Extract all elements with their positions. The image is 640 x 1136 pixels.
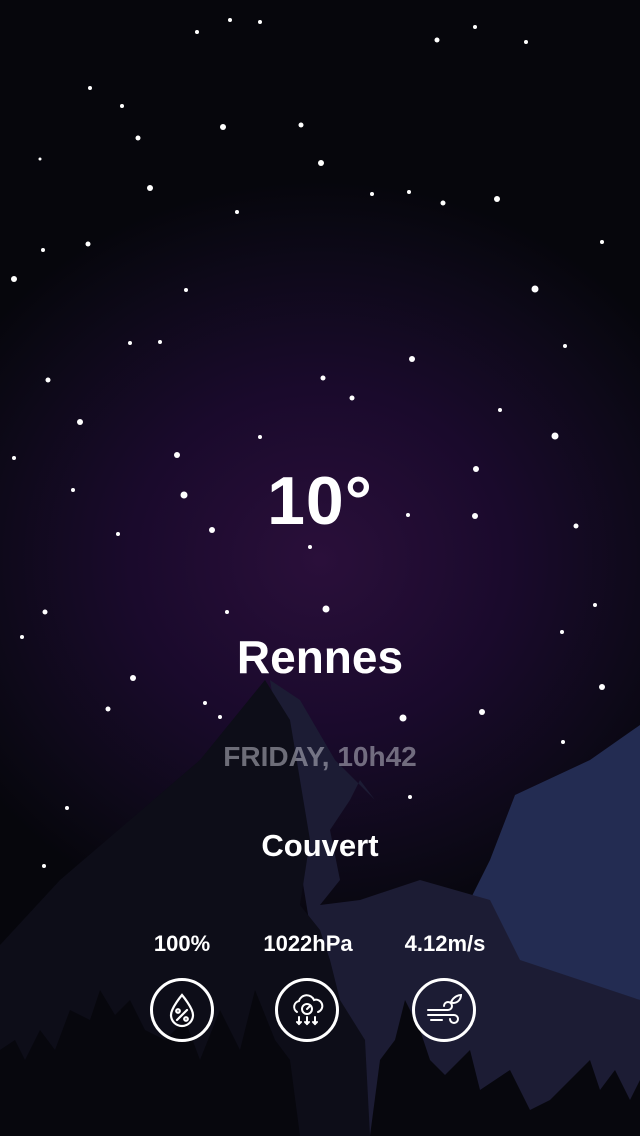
temperature: 10° xyxy=(267,463,373,539)
wind-leaf-icon xyxy=(412,978,476,1042)
humidity-drop-icon xyxy=(150,978,214,1042)
city-name: Rennes xyxy=(236,631,404,683)
weather-condition: Couvert xyxy=(261,828,379,863)
mountains xyxy=(0,680,640,1136)
humidity-value: 100% xyxy=(153,931,211,956)
date-time: FRIDAY, 10h42 xyxy=(223,741,417,772)
pressure-cloud-icon xyxy=(275,978,339,1042)
pressure-value: 1022hPa xyxy=(263,931,353,956)
wind-speed-value: 4.12m/s xyxy=(404,931,486,956)
moon-icon xyxy=(209,180,358,334)
background-scene xyxy=(0,0,640,1136)
